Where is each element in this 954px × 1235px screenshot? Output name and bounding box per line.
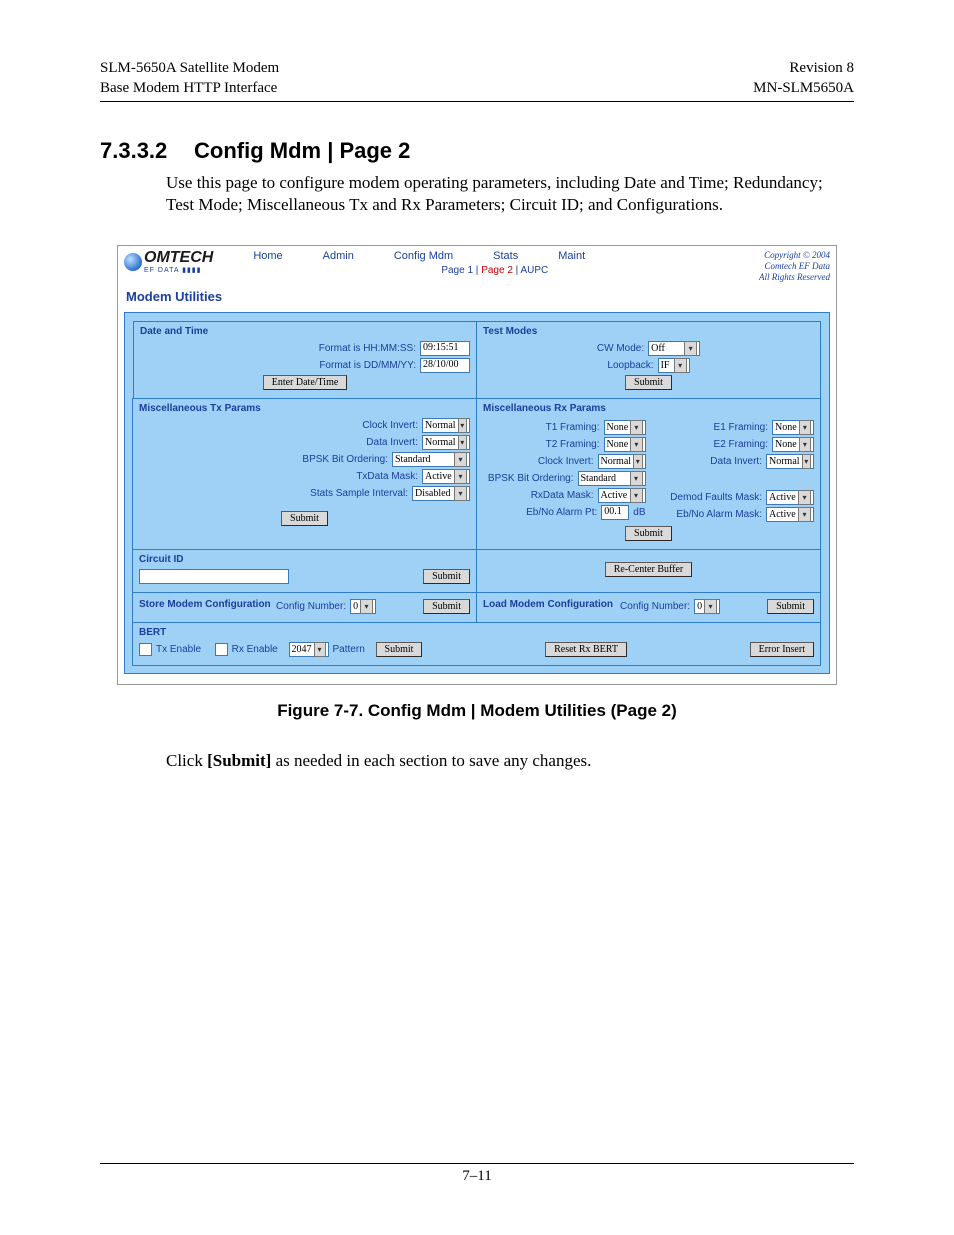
bert-pattern-select[interactable]: 2047▾ xyxy=(289,642,329,657)
nav-maint[interactable]: Maint xyxy=(558,250,585,262)
error-insert-button[interactable]: Error Insert xyxy=(750,642,814,657)
nav-admin[interactable]: Admin xyxy=(323,250,354,262)
load-config-submit-button[interactable]: Submit xyxy=(767,599,814,614)
doc-code: MN-SLM5650A xyxy=(753,78,854,98)
recenter-buffer-button[interactable]: Re-Center Buffer xyxy=(605,562,693,577)
ebno-alarm-mask-select[interactable]: Active▾ xyxy=(766,507,814,522)
section-number: 7.3.3.2 xyxy=(100,138,172,164)
cw-mode-select[interactable]: Off▾ xyxy=(648,341,700,356)
rx-enable-checkbox[interactable] xyxy=(215,643,228,656)
tx-bpsk-ordering-select[interactable]: Standard▾ xyxy=(392,452,470,467)
enter-date-time-button[interactable]: Enter Date/Time xyxy=(263,375,348,390)
date-input[interactable]: 28/10/00 xyxy=(420,358,470,373)
header-rule xyxy=(100,101,854,102)
chevron-down-icon: ▾ xyxy=(684,341,697,356)
modem-utilities-title: Modem Utilities xyxy=(126,289,830,304)
time-input[interactable]: 09:15:51 xyxy=(420,341,470,356)
loopback-select[interactable]: IF▾ xyxy=(658,358,690,373)
rx-submit-button[interactable]: Submit xyxy=(625,526,672,541)
store-config-submit-button[interactable]: Submit xyxy=(423,599,470,614)
tx-submit-button[interactable]: Submit xyxy=(281,511,328,526)
section-intro: Use this page to configure modem operati… xyxy=(166,172,854,218)
bert-submit-button[interactable]: Submit xyxy=(376,642,423,657)
doc-rev: Revision 8 xyxy=(753,58,854,78)
store-config-title: Store Modem Configuration xyxy=(139,599,229,610)
load-config-title: Load Modem Configuration xyxy=(483,599,573,610)
circuit-id-title: Circuit ID xyxy=(139,554,470,565)
bert-title: BERT xyxy=(139,627,814,638)
stats-interval-select[interactable]: Disabled▾ xyxy=(412,486,470,501)
circuit-id-submit-button[interactable]: Submit xyxy=(423,569,470,584)
subnav-page2[interactable]: Page 2 xyxy=(481,265,513,276)
doc-title-2: Base Modem HTTP Interface xyxy=(100,78,279,98)
tx-clock-invert-select[interactable]: Normal▾ xyxy=(422,418,470,433)
figure-caption: Figure 7-7. Config Mdm | Modem Utilities… xyxy=(117,701,837,721)
circuit-id-input[interactable] xyxy=(139,569,289,584)
rx-clock-invert-select[interactable]: Normal▾ xyxy=(598,454,646,469)
logo: OMTECH EF DATA ▮▮▮▮ xyxy=(124,250,213,274)
section-title: Config Mdm | Page 2 xyxy=(194,138,410,164)
reset-rx-bert-button[interactable]: Reset Rx BERT xyxy=(545,642,627,657)
misc-tx-title: Miscellaneous Tx Params xyxy=(139,403,470,414)
txdata-mask-select[interactable]: Active▾ xyxy=(422,469,470,484)
e2-framing-select[interactable]: None▾ xyxy=(772,437,814,452)
screenshot-frame: OMTECH EF DATA ▮▮▮▮ Home Admin Config Md… xyxy=(117,245,837,684)
nav-stats[interactable]: Stats xyxy=(493,250,518,262)
e1-framing-select[interactable]: None▾ xyxy=(772,420,814,435)
doc-title-1: SLM-5650A Satellite Modem xyxy=(100,58,279,78)
test-modes-title: Test Modes xyxy=(483,326,814,337)
tx-data-invert-select[interactable]: Normal▾ xyxy=(422,435,470,450)
date-time-title: Date and Time xyxy=(140,326,470,337)
rx-bpsk-ordering-select[interactable]: Standard▾ xyxy=(578,471,646,486)
nav-config-mdm[interactable]: Config Mdm xyxy=(394,250,453,262)
subnav-page1[interactable]: Page 1 xyxy=(441,265,473,276)
tx-enable-checkbox[interactable] xyxy=(139,643,152,656)
rx-data-invert-select[interactable]: Normal▾ xyxy=(766,454,814,469)
chevron-down-icon: ▾ xyxy=(674,358,687,373)
load-config-number-select[interactable]: 0▾ xyxy=(694,599,720,614)
store-config-number-select[interactable]: 0▾ xyxy=(350,599,376,614)
copyright: Copyright © 2004 Comtech EF Data All Rig… xyxy=(759,250,830,282)
t1-framing-select[interactable]: None▾ xyxy=(604,420,646,435)
page-number: 7–11 xyxy=(462,1168,491,1184)
test-modes-submit-button[interactable]: Submit xyxy=(625,375,672,390)
misc-rx-title: Miscellaneous Rx Params xyxy=(483,403,814,414)
subnav-aupc[interactable]: AUPC xyxy=(521,265,549,276)
t2-framing-select[interactable]: None▾ xyxy=(604,437,646,452)
rxdata-mask-select[interactable]: Active▾ xyxy=(598,488,646,503)
ebno-alarm-input[interactable]: 00.1 xyxy=(601,505,629,520)
demod-faults-mask-select[interactable]: Active▾ xyxy=(766,490,814,505)
nav-home[interactable]: Home xyxy=(253,250,282,262)
globe-icon xyxy=(124,253,142,271)
after-text: Click [Submit] as needed in each section… xyxy=(166,751,854,771)
footer-rule xyxy=(100,1163,854,1164)
